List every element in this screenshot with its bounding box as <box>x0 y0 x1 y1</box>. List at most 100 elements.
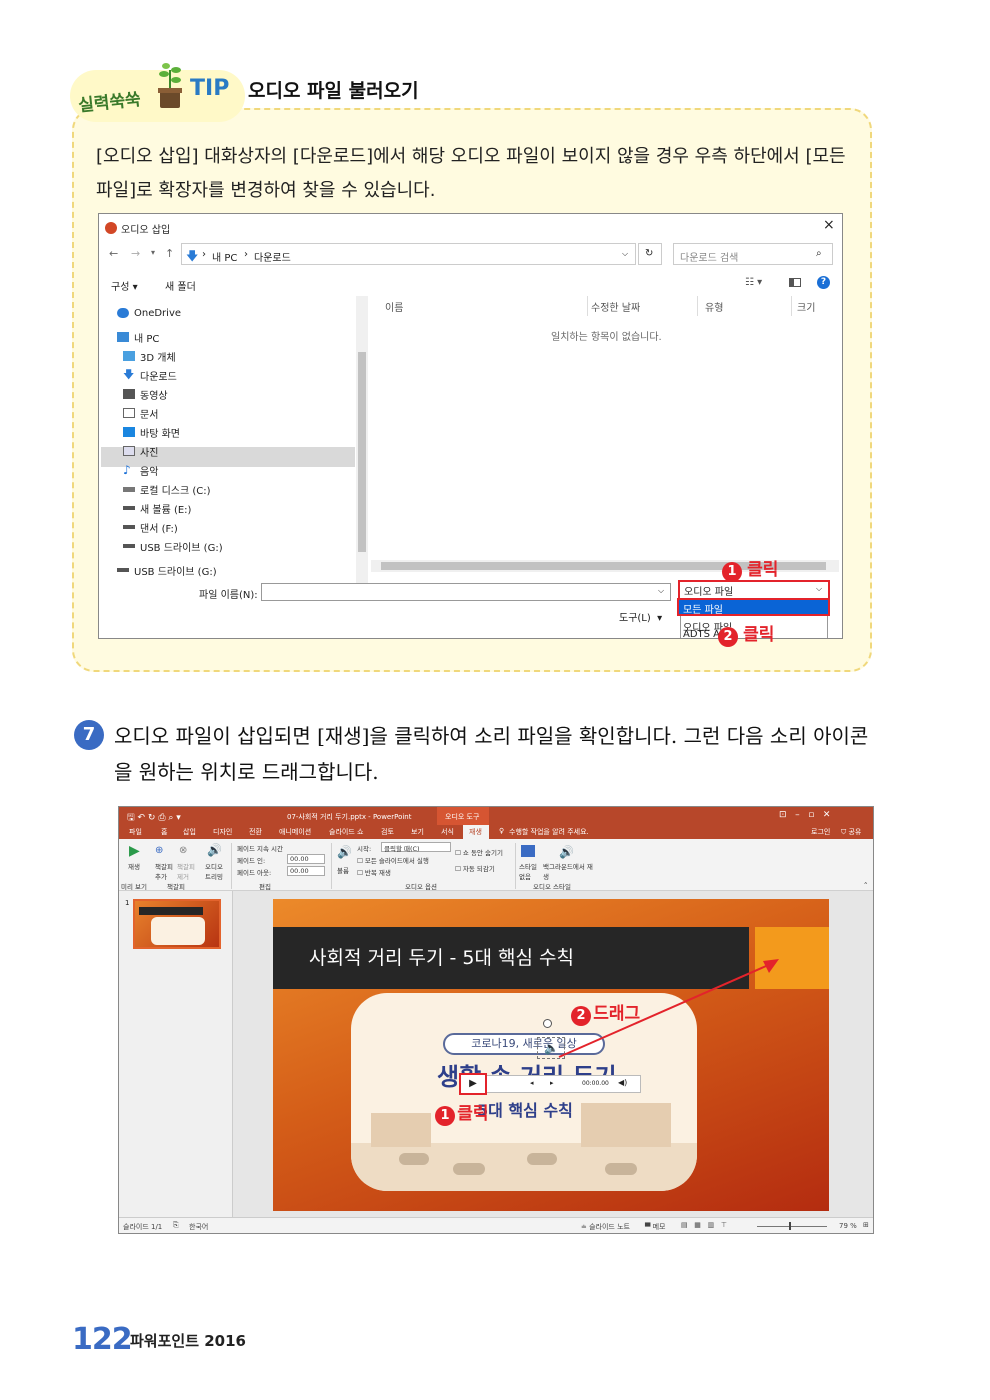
sidebar-item-documents[interactable]: 문서 <box>123 404 158 422</box>
chevron-down-icon[interactable]: ⌵ <box>658 586 664 596</box>
trim-button[interactable]: 오디오 트리밍 <box>205 861 229 881</box>
tab-format[interactable]: 서식 <box>441 827 454 837</box>
column-size[interactable]: 크기 <box>797 299 815 314</box>
close-icon[interactable]: × <box>823 217 835 233</box>
sidebar-item-desktop[interactable]: 바탕 화면 <box>123 423 180 441</box>
zoom-slider[interactable] <box>757 1226 827 1227</box>
path-pc[interactable]: 내 PC <box>212 249 237 264</box>
sidebar-item-music[interactable]: ♪ 음악 <box>123 461 158 479</box>
tell-me-input[interactable]: 수행할 작업을 알려 주세요. <box>509 827 589 837</box>
zoom-level[interactable]: 79 % <box>839 1222 857 1230</box>
sidebar-item-downloads[interactable]: 🡇 다운로드 <box>123 366 177 384</box>
tab-home[interactable]: 홈 <box>161 827 167 837</box>
hide-checkbox[interactable]: ☐ 쇼 동안 숨기기 <box>455 847 503 857</box>
quick-access-icons[interactable]: 🖫 ↶ ↻ ⎙ ⌕ ▾ <box>127 810 181 826</box>
tab-design[interactable]: 디자인 <box>213 827 232 837</box>
chevron-down-icon[interactable]: ⌵ <box>622 249 628 259</box>
spellcheck-icon[interactable]: ⎘ <box>173 1221 179 1230</box>
cloud-icon <box>117 308 129 318</box>
sidebar-item-pictures[interactable]: 사진 <box>123 442 158 460</box>
drive-icon <box>123 506 135 510</box>
no-style-icon[interactable] <box>521 845 535 857</box>
volume-button[interactable]: 볼륨 <box>337 865 349 875</box>
address-bar[interactable]: 🡇 › 내 PC › 다운로드 ⌵ <box>181 243 636 265</box>
tools-button[interactable]: 도구(L) ▾ <box>619 609 662 624</box>
play-all-slides-checkbox[interactable]: ☐ 모든 슬라이드에서 실행 <box>357 855 429 865</box>
trim-icon[interactable]: 🔊 <box>207 843 222 857</box>
up-icon[interactable]: ↑ <box>165 247 174 260</box>
tab-playback[interactable]: 재생 <box>469 827 482 837</box>
no-style-button[interactable]: 스타일 없음 <box>519 861 539 881</box>
slide-1[interactable]: 사회적 거리 두기 - 5대 핵심 수칙 코로나19, 새로운 일상 생활 속 … <box>273 899 829 1211</box>
sidebar-item-videos[interactable]: 동영상 <box>123 385 168 403</box>
sidebar-item-usb-g-2[interactable]: USB 드라이브 (G:) <box>117 561 217 579</box>
tab-view[interactable]: 보기 <box>411 827 424 837</box>
sidebar-scrollbar[interactable] <box>356 296 368 592</box>
sidebar-item-drive-f[interactable]: 댄서 (F:) <box>123 518 178 536</box>
tab-insert[interactable]: 삽입 <box>183 827 196 837</box>
sidebar-item-pc[interactable]: 내 PC <box>117 328 159 346</box>
page: 실력쑥쑥 TIP 오디오 파일 불러오기 [오디오 삽입] 대화상자의 [다운로… <box>0 0 990 1400</box>
forward-icon[interactable]: → <box>131 247 140 260</box>
fade-out-input[interactable]: 00.00 <box>287 866 325 876</box>
view-buttons[interactable]: ▤ ▦ ▥ ⊤ <box>681 1221 727 1229</box>
player-play-button[interactable]: ▶ <box>459 1073 487 1095</box>
skip-back-icon[interactable]: ◂ <box>530 1079 534 1087</box>
path-downloads[interactable]: 다운로드 <box>254 249 291 264</box>
play-icon[interactable]: ▶ <box>129 843 140 859</box>
tab-review[interactable]: 검토 <box>381 827 394 837</box>
refresh-button[interactable]: ↻ <box>638 243 662 265</box>
column-name[interactable]: 이름 <box>385 299 403 314</box>
filename-input[interactable]: ⌵ <box>261 583 671 601</box>
loop-checkbox[interactable]: ☐ 반복 재생 <box>357 867 391 877</box>
window-controls[interactable]: ⊡ – ▫ ✕ <box>779 810 830 820</box>
drag-callout: 2 드래그 <box>571 999 640 1026</box>
bookmark-add-icon[interactable]: ⊕ <box>155 845 163 856</box>
slide-title[interactable]: 사회적 거리 두기 - 5대 핵심 수칙 <box>309 943 574 970</box>
new-folder-button[interactable]: 새 폴더 <box>165 278 196 293</box>
slide-thumbnail-1[interactable] <box>133 899 221 949</box>
search-input[interactable]: 다운로드 검색 ⌕ <box>673 243 833 265</box>
play-button[interactable]: 재생 <box>128 861 140 871</box>
organize-button[interactable]: 구성 ▾ <box>111 278 138 293</box>
skip-forward-icon[interactable]: ▸ <box>550 1079 554 1087</box>
column-type[interactable]: 유형 <box>705 299 723 314</box>
fit-slide-icon[interactable]: ⊞ <box>863 1221 869 1229</box>
view-options-icon[interactable]: ☷ ▾ <box>745 277 762 288</box>
tab-transition[interactable]: 전환 <box>249 827 262 837</box>
preview-pane-icon[interactable] <box>789 278 801 287</box>
rotate-handle-icon[interactable] <box>543 1019 552 1028</box>
sidebar-item-disk-c[interactable]: 로컬 디스크 (C:) <box>123 480 211 498</box>
rewind-checkbox[interactable]: ☐ 자동 되감기 <box>455 863 495 873</box>
zoom-thumb[interactable] <box>789 1222 791 1230</box>
fade-in-input[interactable]: 00.00 <box>287 854 325 864</box>
collapse-ribbon-icon[interactable]: ⌃ <box>863 881 868 889</box>
sidebar-item-3d[interactable]: 3D 개체 <box>123 347 176 365</box>
column-modified[interactable]: 수정한 날짜 <box>591 299 640 314</box>
signin-link[interactable]: 로그인 <box>811 827 830 837</box>
start-select[interactable]: 클릭할 때(C) <box>381 842 451 853</box>
tab-file[interactable]: 파일 <box>129 827 142 837</box>
background-play-icon[interactable]: 🔊 <box>559 845 574 859</box>
sidebar-item-usb-g[interactable]: USB 드라이브 (G:) <box>123 537 223 555</box>
bookmark-remove-icon[interactable]: ⊗ <box>179 845 187 856</box>
tell-me-icon[interactable]: ♀ <box>499 827 504 835</box>
sidebar-item-onedrive[interactable]: OneDrive <box>117 304 181 322</box>
bookmark-add-button[interactable]: 책갈피 추가 <box>155 861 175 881</box>
bookmark-remove-button[interactable]: 책갈피 제거 <box>177 861 197 881</box>
back-icon[interactable]: ← <box>109 247 118 260</box>
tab-slideshow[interactable]: 슬라이드 쇼 <box>329 827 363 837</box>
filetype-select[interactable]: 오디오 파일 ⌵ <box>678 580 830 600</box>
player-volume-icon[interactable]: ◀) <box>618 1078 627 1087</box>
background-play-button[interactable]: 백그라운드에서 재생 <box>543 861 593 881</box>
help-icon[interactable]: ? <box>817 276 830 289</box>
volume-icon[interactable]: 🔊 <box>337 845 352 859</box>
language[interactable]: 한국어 <box>189 1222 208 1232</box>
notes-button[interactable]: ≐ 슬라이드 노트 <box>581 1222 630 1232</box>
comments-button[interactable]: ▀ 메모 <box>645 1222 666 1232</box>
option-all-files[interactable]: 모든 파일 <box>677 598 830 616</box>
share-button[interactable]: ⛉ 공유 <box>841 827 861 837</box>
chevron-down-icon[interactable]: ▾ <box>151 248 155 257</box>
sidebar-item-volume-e[interactable]: 새 볼륨 (E:) <box>123 499 191 517</box>
tab-animation[interactable]: 애니메이션 <box>279 827 311 837</box>
